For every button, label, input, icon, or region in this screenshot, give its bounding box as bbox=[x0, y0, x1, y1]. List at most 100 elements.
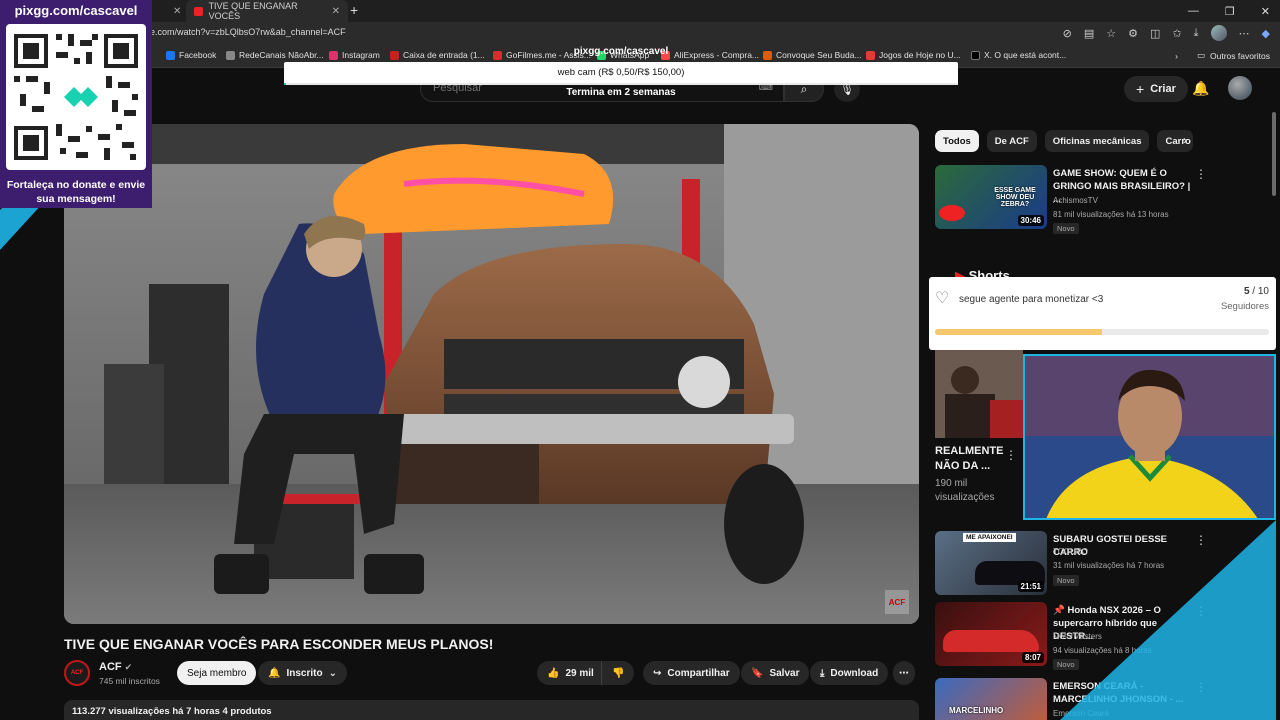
like-button[interactable]: 👍 29 mil bbox=[537, 661, 606, 685]
video-duration: 30:46 bbox=[1017, 215, 1044, 226]
copilot-icon[interactable]: ◆ bbox=[1262, 27, 1270, 40]
follower-goal-label: segue agente para monetizar <3 bbox=[959, 294, 1104, 305]
chip-todos[interactable]: Todos bbox=[935, 130, 979, 152]
recommended-video[interactable]: ESSE GAME SHOW DEU ZEBRA? 30:46 GAME SHO… bbox=[935, 165, 1265, 235]
bookmarks-other[interactable]: › ▭ Outros favoritos bbox=[1175, 50, 1270, 61]
red-button-icon bbox=[939, 205, 965, 221]
create-button[interactable]: + Criar bbox=[1124, 76, 1188, 102]
bookmark-facebook[interactable]: Facebook bbox=[166, 50, 216, 60]
dislike-button[interactable]: 👎 bbox=[601, 661, 635, 685]
thumbnail-caption: ESSE GAME SHOW DEU ZEBRA? bbox=[994, 187, 1036, 208]
new-badge: Novo bbox=[1053, 223, 1079, 234]
thumbs-up-icon: 👍 bbox=[547, 667, 560, 679]
video-title: EMERSON CEARÁ - MARCELINHO JHONSON - ... bbox=[1053, 681, 1184, 705]
video-meta: 81 mil visualizações há 13 horas bbox=[1053, 210, 1169, 219]
video-thumbnail[interactable]: ME APAIXONEI 21:51 bbox=[935, 531, 1047, 595]
video-frame bbox=[64, 124, 919, 624]
recommended-video[interactable]: ME APAIXONEI 21:51 SUBARU GOSTEI DESSE C… bbox=[935, 531, 1265, 597]
supercar-image bbox=[943, 630, 1039, 652]
webcam-overlay bbox=[1023, 354, 1276, 520]
downloads-icon[interactable]: ⤓ bbox=[1194, 27, 1199, 40]
follower-unit: Seguidores bbox=[1220, 301, 1269, 312]
minimize-button[interactable]: — bbox=[1188, 5, 1199, 17]
description-box[interactable]: 113.277 visualizações há 7 horas 4 produ… bbox=[64, 700, 919, 720]
new-tab-button[interactable]: + bbox=[350, 2, 358, 18]
channel-name[interactable]: ACF ✔ bbox=[99, 661, 132, 673]
restore-button[interactable]: ❐ bbox=[1225, 5, 1235, 18]
close-window-button[interactable]: ✕ bbox=[1261, 5, 1270, 18]
video-thumbnail[interactable]: ESSE GAME SHOW DEU ZEBRA? 30:46 bbox=[935, 165, 1047, 229]
subscribed-button[interactable]: 🔔 Inscrito ⌄ bbox=[258, 661, 347, 685]
thumbs-down-icon: 👎 bbox=[612, 667, 625, 679]
channel-avatar[interactable]: ACF bbox=[64, 660, 90, 686]
folder-icon: ▭ bbox=[1196, 50, 1205, 60]
donate-message: Fortaleça no donate e envie sua mensagem… bbox=[6, 179, 146, 205]
translate-icon[interactable]: ⊘ bbox=[1063, 27, 1072, 40]
channel-name: MotorMasters bbox=[1053, 632, 1102, 641]
join-button[interactable]: Seja membro bbox=[177, 661, 257, 685]
star-icon[interactable]: ☆ bbox=[1106, 27, 1116, 40]
recommended-video[interactable]: MARCELINHO EMERSON CEARÁ - MARCELINHO JH… bbox=[935, 678, 1265, 720]
bell-icon[interactable]: 🔔 bbox=[1192, 80, 1209, 97]
save-button[interactable]: 🔖 Salvar bbox=[741, 661, 810, 685]
short-views: 190 mil visualizações bbox=[935, 478, 995, 503]
video-thumbnail[interactable]: MARCELINHO bbox=[935, 678, 1047, 720]
short-title: REALMENTE NÃO DA ... bbox=[935, 445, 1004, 472]
tab-youtube-video[interactable]: TIVE QUE ENGANAR VOCÊS ✕ bbox=[186, 0, 348, 22]
window-controls: — ❐ ✕ bbox=[1188, 0, 1270, 22]
views-and-date: 113.277 visualizações há 7 horas 4 produ… bbox=[72, 706, 272, 717]
follower-goal-overlay: ♡ segue agente para monetizar <3 5 / 10 … bbox=[929, 277, 1276, 350]
channel-subscribers: 745 mil inscritos bbox=[99, 676, 160, 686]
menu-icon[interactable]: ⋯ bbox=[1239, 27, 1250, 40]
split-icon[interactable]: ◫ bbox=[1150, 27, 1160, 40]
more-vert-icon[interactable]: ⋮ bbox=[1195, 604, 1207, 618]
short-thumbnail[interactable] bbox=[935, 350, 1023, 438]
extension-icon[interactable]: ⚙ bbox=[1128, 27, 1138, 40]
share-button[interactable]: ↪ Compartilhar bbox=[643, 661, 740, 685]
more-vert-icon[interactable]: ⋮ bbox=[1195, 533, 1207, 547]
more-actions-button[interactable]: ⋯ bbox=[893, 661, 915, 685]
donate-overlay: pixgg.com/cascavel Fortaleça no donate e… bbox=[0, 0, 152, 208]
facebook-icon bbox=[166, 50, 175, 60]
favorites-icon[interactable]: ✩ bbox=[1172, 27, 1181, 40]
page-icon bbox=[226, 50, 235, 60]
download-button[interactable]: ⤓ Download bbox=[810, 661, 889, 685]
chip-carro[interactable]: Carro bbox=[1157, 130, 1194, 152]
goal-progress-fill bbox=[284, 83, 287, 85]
share-icon: ↪ bbox=[653, 667, 662, 679]
video-duration: 21:51 bbox=[1017, 581, 1044, 592]
chevron-right-icon: › bbox=[1175, 50, 1178, 61]
new-badge: Novo bbox=[1053, 575, 1079, 586]
goal-progress-track bbox=[284, 83, 958, 85]
address-bar: e.com/watch?v=zbLQlbsO7rw&ab_channel=ACF… bbox=[0, 22, 1280, 44]
more-vert-icon[interactable]: ⋮ bbox=[1195, 680, 1207, 694]
more-vert-icon[interactable]: ⋮ bbox=[1005, 448, 1017, 462]
follower-progress-fill bbox=[935, 329, 1102, 335]
video-player[interactable]: ACF bbox=[64, 124, 919, 624]
profile-icon[interactable] bbox=[1210, 25, 1227, 41]
chip-oficinas[interactable]: Oficinas mecânicas bbox=[1044, 130, 1150, 152]
channel-watermark[interactable]: ACF bbox=[885, 590, 909, 614]
user-avatar[interactable] bbox=[1228, 76, 1252, 100]
close-icon[interactable]: ✕ bbox=[173, 6, 181, 17]
filter-chips: Todos De ACF Oficinas mecânicas Carro bbox=[935, 130, 1194, 152]
video-thumbnail[interactable]: 8:07 bbox=[935, 602, 1047, 666]
bookmark-x[interactable]: X. O que está acont... bbox=[971, 50, 1066, 60]
video-meta: 94 visualizações há 8 horas bbox=[1053, 646, 1152, 655]
reader-icon[interactable]: ▤ bbox=[1084, 27, 1094, 40]
chip-de-acf[interactable]: De ACF bbox=[986, 130, 1037, 152]
follower-progress-track bbox=[935, 329, 1269, 335]
channel-name: AchismosTV bbox=[1053, 196, 1098, 205]
plus-icon: + bbox=[1136, 81, 1145, 97]
chevron-down-icon: ⌄ bbox=[328, 667, 337, 679]
chevron-right-icon[interactable]: › bbox=[1183, 133, 1187, 147]
more-vert-icon[interactable]: ⋮ bbox=[1195, 167, 1207, 181]
verified-icon: ✔ bbox=[124, 662, 133, 672]
donate-url: pixgg.com/cascavel bbox=[14, 3, 138, 18]
page-scrollbar[interactable] bbox=[1272, 112, 1276, 196]
thumbnail-caption: MARCELINHO bbox=[949, 706, 1004, 715]
recommended-video[interactable]: 8:07 📌 Honda NSX 2026 – O supercarro híb… bbox=[935, 602, 1265, 670]
url-field[interactable]: e.com/watch?v=zbLQlbsO7rw&ab_channel=ACF bbox=[150, 27, 346, 37]
close-icon[interactable]: ✕ bbox=[332, 6, 340, 17]
youtube-favicon-icon bbox=[194, 6, 203, 16]
